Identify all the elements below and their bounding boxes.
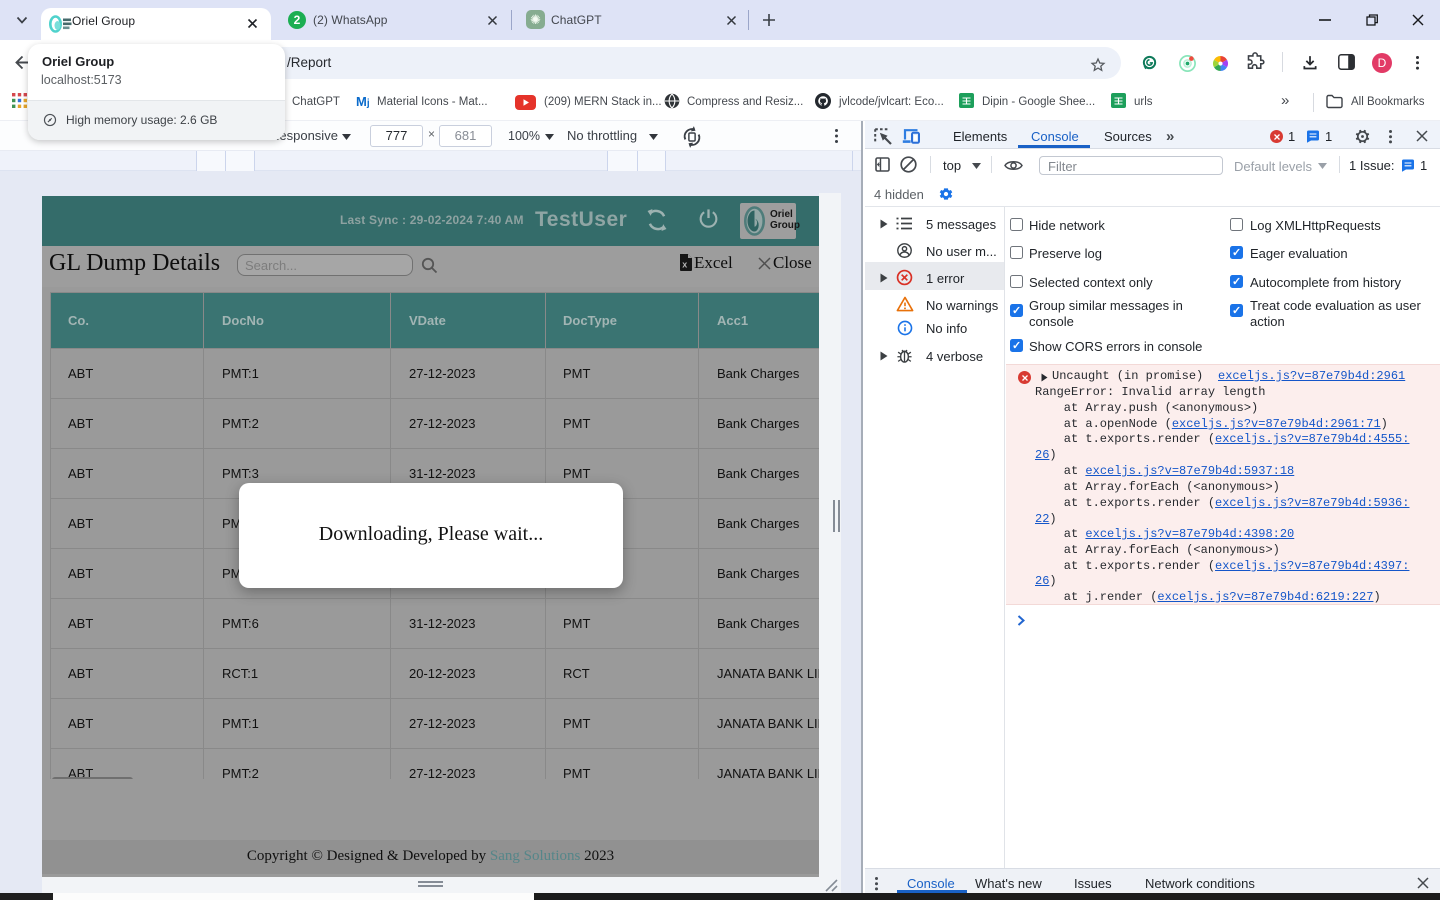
svg-text:x: x [682,260,687,270]
